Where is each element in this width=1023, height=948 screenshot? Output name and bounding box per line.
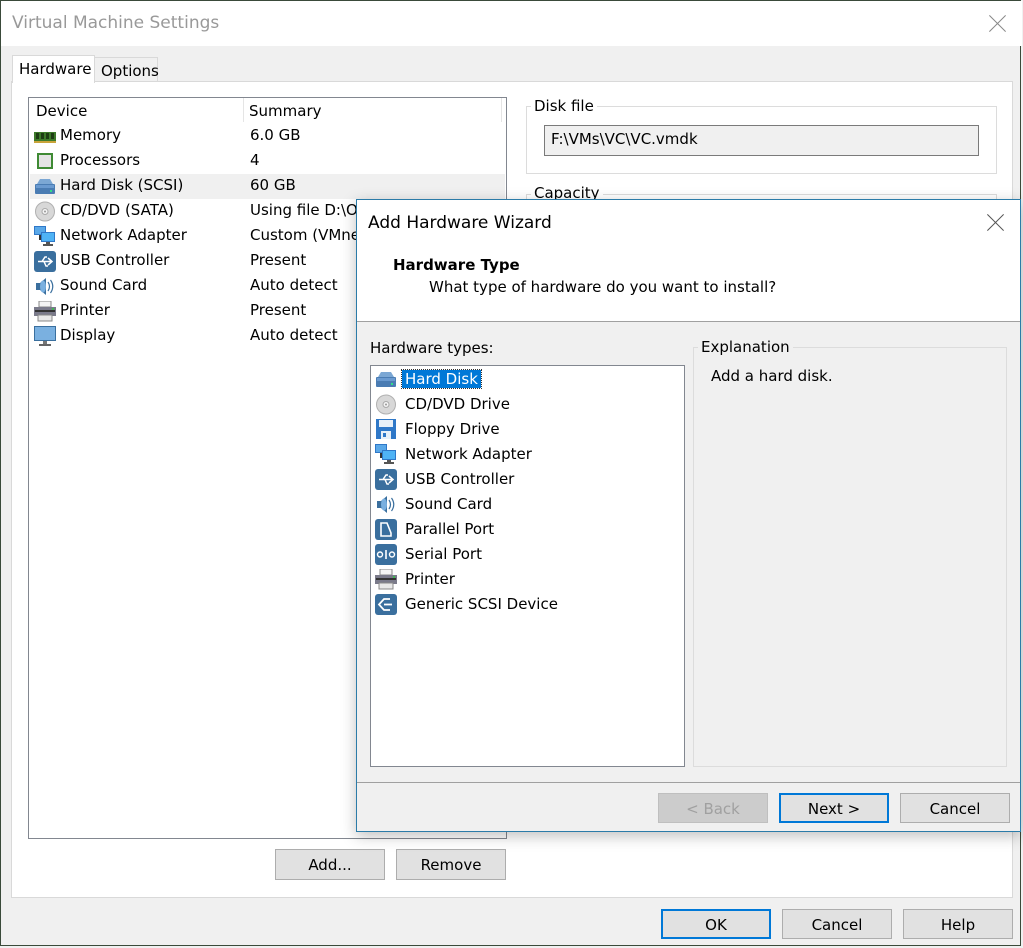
help-button[interactable]: Help: [903, 909, 1013, 939]
device-name: Processors: [60, 151, 141, 169]
device-summary: Present: [250, 251, 307, 269]
wizard-header: Add Hardware Wizard Hardware Type What t…: [357, 200, 1020, 322]
cancel-button[interactable]: Cancel: [782, 909, 892, 939]
printer-icon: [34, 301, 56, 322]
network-adapter-icon: [375, 444, 397, 466]
hardware-type-label: CD/DVD Drive: [405, 395, 510, 413]
memory-icon: [34, 126, 56, 147]
hardware-type-item[interactable]: Serial Port: [375, 543, 675, 568]
hardware-type-item[interactable]: Parallel Port: [375, 518, 675, 543]
device-name: Printer: [60, 301, 110, 319]
device-name: Sound Card: [60, 276, 148, 294]
tab-hardware[interactable]: Hardware: [12, 55, 95, 83]
hardware-type-item[interactable]: Hard Disk: [375, 368, 675, 393]
wizard-title: Add Hardware Wizard: [368, 213, 552, 233]
device-name: Hard Disk (SCSI): [60, 176, 184, 194]
column-divider[interactable]: [243, 98, 244, 122]
add-hardware-wizard: Add Hardware Wizard Hardware Type What t…: [356, 199, 1021, 832]
display-icon: [34, 326, 56, 347]
hardware-type-item[interactable]: CD/DVD Drive: [375, 393, 675, 418]
divider: [357, 782, 1020, 783]
hardware-types-label: Hardware types:: [370, 339, 494, 357]
device-summary: 4: [250, 151, 260, 169]
hardware-type-label: Sound Card: [405, 495, 493, 513]
processor-icon: [34, 151, 56, 172]
title-bar: Virtual Machine Settings: [1, 1, 1022, 46]
sound-card-icon: [375, 494, 397, 516]
device-summary: 6.0 GB: [250, 126, 301, 144]
network-adapter-icon: [34, 226, 56, 247]
floppy-icon: [375, 419, 397, 441]
parallel-port-icon: [375, 519, 397, 541]
device-summary: 60 GB: [250, 176, 296, 194]
hardware-type-label: Floppy Drive: [405, 420, 500, 438]
explanation-label: Explanation: [698, 338, 793, 356]
cd-dvd-icon: [375, 394, 397, 416]
hardware-type-item[interactable]: USB Controller: [375, 468, 675, 493]
hardware-type-label: Network Adapter: [405, 445, 532, 463]
printer-icon: [375, 569, 397, 591]
device-name: CD/DVD (SATA): [60, 201, 174, 219]
usb-icon: [375, 469, 397, 491]
device-summary: Auto detect: [250, 276, 338, 294]
device-name: USB Controller: [60, 251, 170, 269]
wizard-subheading: What type of hardware do you want to ins…: [429, 278, 777, 296]
hardware-type-label: USB Controller: [405, 470, 515, 488]
device-row[interactable]: Hard Disk (SCSI) 60 GB: [30, 174, 505, 199]
hardware-type-item[interactable]: Floppy Drive: [375, 418, 675, 443]
hardware-type-item[interactable]: Network Adapter: [375, 443, 675, 468]
column-divider[interactable]: [501, 98, 502, 122]
device-summary: Custom (VMnet: [250, 226, 366, 244]
hardware-type-label: Parallel Port: [405, 520, 495, 538]
hardware-type-item[interactable]: Generic SCSI Device: [375, 593, 675, 618]
hard-disk-icon: [34, 176, 56, 197]
window-title: Virtual Machine Settings: [12, 13, 220, 33]
explanation-text: Add a hard disk.: [711, 367, 833, 385]
close-icon[interactable]: [987, 213, 1005, 231]
device-row[interactable]: Processors 4: [30, 149, 505, 174]
back-button[interactable]: < Back: [658, 793, 768, 823]
device-summary: Using file D:\O: [250, 201, 358, 219]
generic-scsi-icon: [375, 594, 397, 616]
device-name: Network Adapter: [60, 226, 187, 244]
hard-disk-icon: [375, 369, 397, 391]
ok-button[interactable]: OK: [661, 909, 771, 939]
device-row[interactable]: Memory 6.0 GB: [30, 124, 505, 149]
add-button[interactable]: Add...: [275, 849, 385, 880]
explanation-group: [693, 347, 1007, 767]
sound-card-icon: [34, 276, 56, 297]
cd-dvd-icon: [34, 201, 56, 222]
disk-file-label: Disk file: [531, 97, 597, 115]
serial-port-icon: [375, 544, 397, 566]
column-header-summary[interactable]: Summary: [249, 102, 322, 120]
hardware-types-list[interactable]: Hard Disk CD/DVD Drive Floppy Drive Network…: [370, 365, 685, 767]
wizard-heading: Hardware Type: [393, 256, 520, 274]
device-name: Memory: [60, 126, 122, 144]
close-icon[interactable]: [989, 14, 1007, 32]
remove-button[interactable]: Remove: [396, 849, 506, 880]
wizard-cancel-button[interactable]: Cancel: [900, 793, 1010, 823]
disk-file-field[interactable]: F:\VMs\VC\VC.vmdk: [544, 125, 979, 156]
hardware-type-label: Hard Disk: [401, 369, 482, 389]
device-summary: Auto detect: [250, 326, 338, 344]
hardware-type-item[interactable]: Sound Card: [375, 493, 675, 518]
tab-options[interactable]: Options: [94, 57, 159, 82]
next-button[interactable]: Next >: [779, 793, 889, 823]
device-summary: Present: [250, 301, 307, 319]
device-name: Display: [60, 326, 116, 344]
usb-icon: [34, 251, 56, 272]
hardware-type-label: Serial Port: [405, 545, 482, 563]
hardware-type-label: Generic SCSI Device: [405, 595, 558, 613]
column-header-device[interactable]: Device: [36, 102, 87, 120]
hardware-type-label: Printer: [405, 570, 455, 588]
hardware-type-item[interactable]: Printer: [375, 568, 675, 593]
